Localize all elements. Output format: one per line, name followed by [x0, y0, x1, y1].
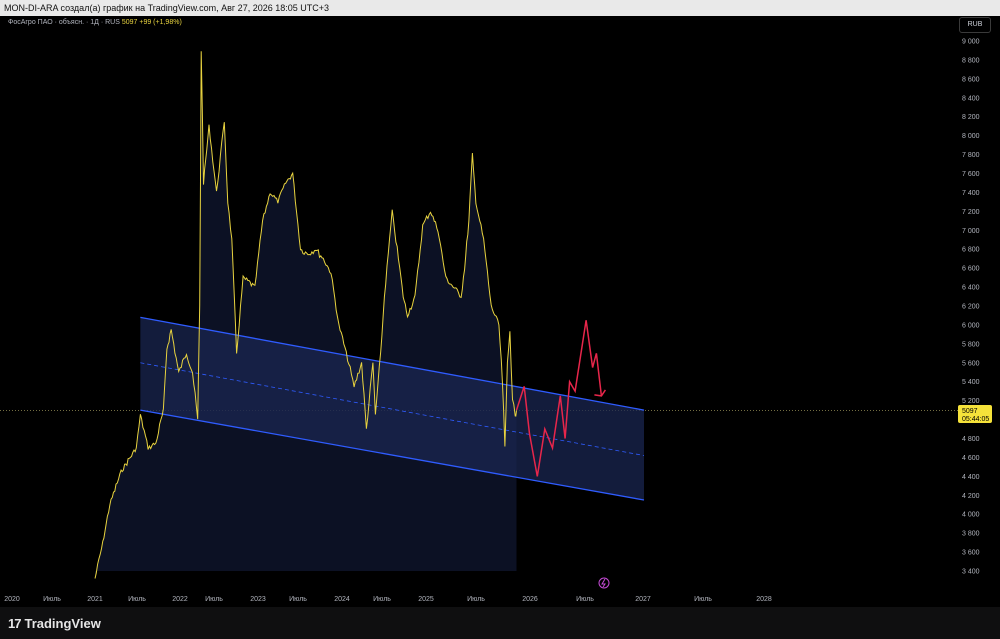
y-tick-label: 5 600	[962, 360, 980, 367]
tradingview-logo: 17	[8, 616, 22, 631]
y-tick-label: 7 800	[962, 152, 980, 159]
footer-bar	[0, 607, 1000, 639]
y-tick-label: 4 600	[962, 455, 980, 462]
y-tick-label: 3 400	[962, 569, 980, 576]
price-label-countdown: 05:44:05	[962, 416, 989, 423]
y-tick-label: 8 000	[962, 133, 980, 140]
y-tick-label: 4 000	[962, 512, 980, 519]
x-tick-label: 2022	[172, 596, 188, 603]
forecast-arrowhead	[594, 389, 607, 397]
x-tick-label: 2020	[4, 596, 20, 603]
brand-name: TradingView	[24, 616, 101, 631]
y-tick-label: 8 600	[962, 76, 980, 83]
lightning-icon[interactable]	[598, 577, 610, 589]
currency-button[interactable]: RUB	[959, 17, 991, 33]
y-tick-label: 4 800	[962, 436, 980, 443]
y-tick-label: 9 000	[962, 39, 980, 46]
y-tick-label: 4 200	[962, 493, 980, 500]
x-tick-label: 2021	[87, 596, 103, 603]
y-tick-label: 8 400	[962, 95, 980, 102]
y-tick-label: 7 600	[962, 171, 980, 178]
y-tick-label: 5 200	[962, 398, 980, 405]
x-tick-label: Июль	[467, 596, 485, 603]
x-tick-label: Июль	[128, 596, 146, 603]
x-tick-label: Июль	[373, 596, 391, 603]
x-tick-label: 2027	[635, 596, 651, 603]
y-tick-label: 7 200	[962, 209, 980, 216]
symbol-value: 5097 +99 (+1,98%)	[121, 19, 182, 26]
y-tick-label: 3 600	[962, 550, 980, 557]
y-tick-label: 5 800	[962, 341, 980, 348]
y-tick-label: 6 200	[962, 304, 980, 311]
x-tick-label: 2025	[418, 596, 434, 603]
x-tick-label: Июль	[43, 596, 61, 603]
y-tick-label: 6 400	[962, 285, 980, 292]
y-axis: 9 000 8 800 8 600 8 400 8 200 8 000 7 800 7 600…	[962, 39, 980, 576]
y-tick-label: 6 600	[962, 266, 980, 273]
y-tick-label: 4 400	[962, 474, 980, 481]
y-tick-label: 7 000	[962, 228, 980, 235]
price-area	[95, 51, 517, 579]
x-tick-label: Июль	[694, 596, 712, 603]
x-tick-label: Июль	[205, 596, 223, 603]
x-axis: 2020 Июль 2021 Июль 2022 Июль 2023 Июль 2024 Июль…	[4, 596, 772, 603]
y-tick-label: 8 200	[962, 114, 980, 121]
symbol-name: ФосАгро ПАО · объясн. · 1Д · RUS	[8, 19, 120, 26]
y-tick-label: 6 000	[962, 322, 980, 329]
y-tick-label: 8 800	[962, 57, 980, 64]
x-tick-label: 2023	[250, 596, 266, 603]
x-tick-label: 2024	[334, 596, 350, 603]
x-tick-label: Июль	[289, 596, 307, 603]
price-axis-label: 5097 05:44:05	[958, 405, 992, 423]
y-tick-label: 3 800	[962, 531, 980, 538]
x-tick-label: Июль	[576, 596, 594, 603]
x-tick-label: 2026	[522, 596, 538, 603]
brand[interactable]: 17 TradingView	[8, 616, 101, 631]
y-tick-label: 7 400	[962, 190, 980, 197]
symbol-legend: ФосАгро ПАО · объясн. · 1Д · RUS 5097 +9…	[8, 19, 182, 26]
x-tick-label: 2028	[756, 596, 772, 603]
y-tick-label: 5 400	[962, 379, 980, 386]
price-label-value: 5097	[962, 408, 978, 415]
y-tick-label: 6 800	[962, 247, 980, 254]
price-chart[interactable]: 9 000 8 800 8 600 8 400 8 200 8 000 7 800 7 600…	[0, 0, 1000, 607]
